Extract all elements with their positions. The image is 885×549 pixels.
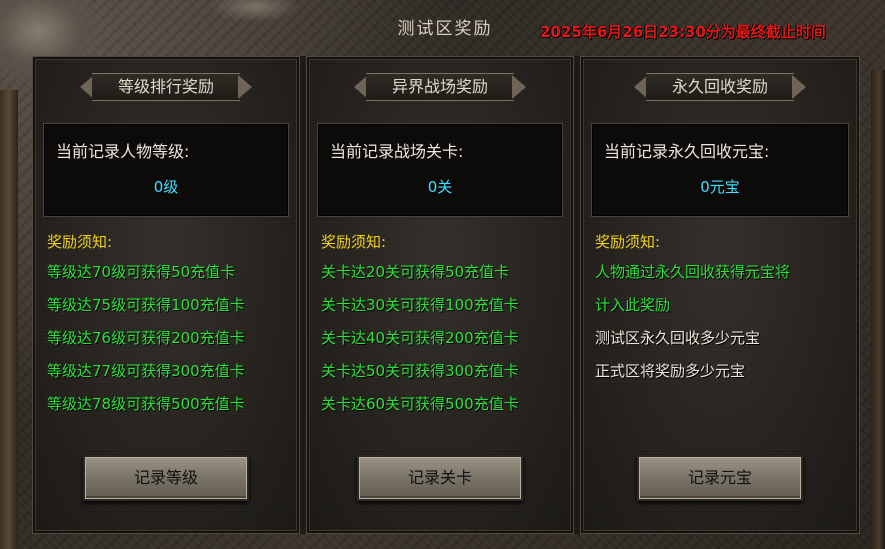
deadline-notice: 2025年6月26日23:30分为最终截止时间 bbox=[540, 23, 826, 41]
reward-rule: 关卡达60关可获得500充值卡 bbox=[321, 395, 519, 413]
record-box: 当前记录人物等级: 0级 bbox=[43, 123, 289, 217]
panel-battlefield: 异界战场奖励 当前记录战场关卡: 0关 奖励须知: 关卡达20关可获得50充值卡… bbox=[306, 56, 574, 534]
panel-permanent-recycle: 永久回收奖励 当前记录永久回收元宝: 0元宝 奖励须知: 人物通过永久回收获得元… bbox=[580, 56, 860, 534]
notice-title: 奖励须知: bbox=[595, 233, 661, 251]
record-value: 0元宝 bbox=[700, 178, 740, 196]
reward-rule: 等级达76级可获得200充值卡 bbox=[47, 329, 245, 347]
right-border bbox=[871, 70, 885, 549]
info-line: 正式区将奖励多少元宝 bbox=[595, 362, 746, 380]
reward-rule: 计入此奖励 bbox=[595, 296, 671, 314]
window-title: 测试区奖励 bbox=[397, 19, 493, 39]
panel-title: 异界战场奖励 bbox=[391, 77, 488, 96]
reward-rule: 关卡达50关可获得300充值卡 bbox=[321, 362, 519, 380]
panel-title: 永久回收奖励 bbox=[671, 77, 768, 96]
notice-title: 奖励须知: bbox=[47, 233, 113, 251]
reward-rule: 关卡达20关可获得50充值卡 bbox=[321, 263, 510, 281]
record-ingot-button[interactable]: 记录元宝 bbox=[637, 455, 803, 501]
record-label: 当前记录人物等级: bbox=[56, 142, 190, 161]
reward-rule: 等级达75级可获得100充值卡 bbox=[47, 296, 245, 314]
info-line: 测试区永久回收多少元宝 bbox=[595, 329, 761, 347]
record-box: 当前记录战场关卡: 0关 bbox=[317, 123, 563, 217]
left-border bbox=[0, 90, 18, 549]
reward-rule: 等级达77级可获得300充值卡 bbox=[47, 362, 245, 380]
reward-panels: 等级排行奖励 当前记录人物等级: 0级 奖励须知: 等级达70级可获得50充值卡… bbox=[32, 56, 860, 534]
panel-header: 等级排行奖励 bbox=[78, 71, 254, 103]
record-value: 0级 bbox=[153, 178, 179, 196]
record-stage-button[interactable]: 记录关卡 bbox=[357, 455, 523, 501]
panel-level-ranking: 等级排行奖励 当前记录人物等级: 0级 奖励须知: 等级达70级可获得50充值卡… bbox=[32, 56, 300, 534]
reward-rule: 人物通过永久回收获得元宝将 bbox=[595, 263, 791, 281]
panel-title: 等级排行奖励 bbox=[117, 77, 214, 96]
notice-title: 奖励须知: bbox=[321, 233, 387, 251]
record-box: 当前记录永久回收元宝: 0元宝 bbox=[591, 123, 849, 217]
top-ornament bbox=[210, 0, 300, 22]
record-level-button[interactable]: 记录等级 bbox=[83, 455, 249, 501]
reward-rule: 等级达78级可获得500充值卡 bbox=[47, 395, 245, 413]
record-label: 当前记录战场关卡: bbox=[330, 142, 464, 161]
panel-header: 永久回收奖励 bbox=[632, 71, 808, 103]
reward-rule: 关卡达30关可获得100充值卡 bbox=[321, 296, 519, 314]
reward-rule: 等级达70级可获得50充值卡 bbox=[47, 263, 236, 281]
record-value: 0关 bbox=[427, 178, 453, 196]
record-label: 当前记录永久回收元宝: bbox=[604, 142, 770, 161]
panel-header: 异界战场奖励 bbox=[352, 71, 528, 103]
reward-rule: 关卡达40关可获得200充值卡 bbox=[321, 329, 519, 347]
